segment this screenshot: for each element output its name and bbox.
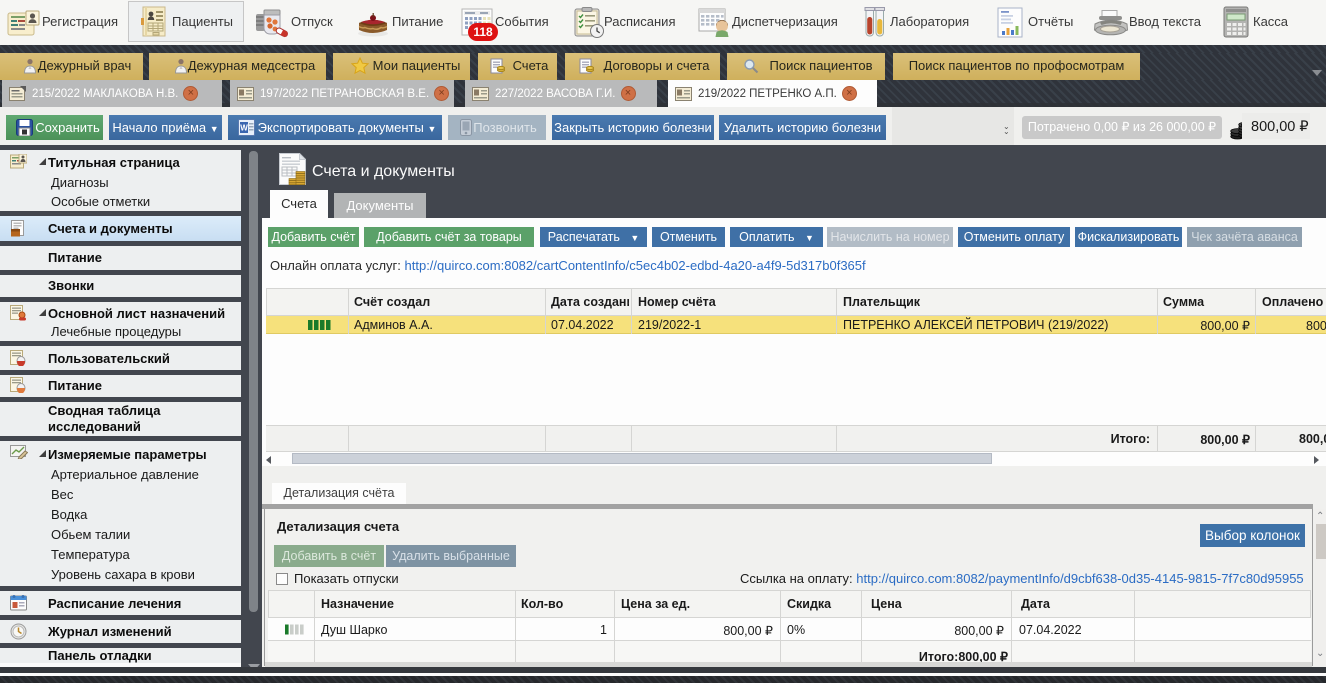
svg-text:W: W xyxy=(240,124,248,133)
